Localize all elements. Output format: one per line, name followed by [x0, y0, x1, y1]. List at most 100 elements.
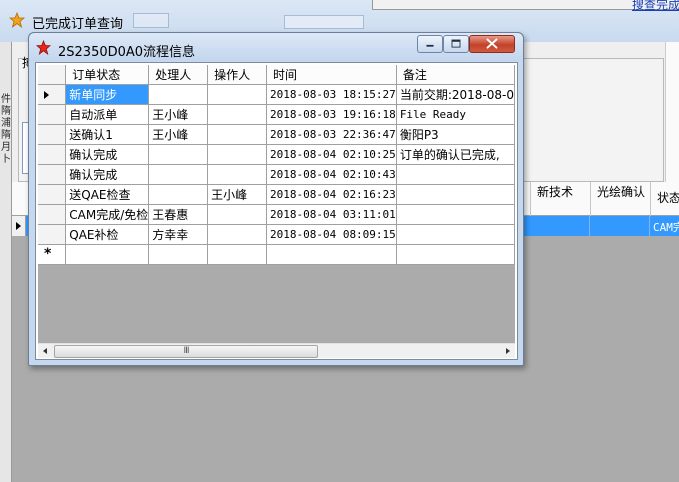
cell-time[interactable]: 2018-08-04 02:10:25 — [266, 144, 397, 165]
minimize-button[interactable] — [417, 35, 443, 53]
parent-column-new-tech[interactable]: 新技术 — [530, 182, 590, 216]
row-header[interactable] — [38, 164, 67, 185]
parent-toolbar-field[interactable] — [284, 15, 364, 29]
cell-order-status[interactable]: 自动派单 — [65, 104, 150, 125]
process-info-dialog: 2S2350D0A0流程信息 订单状态 处理人 操作人 时间 备注 新单同步 2… — [28, 32, 524, 366]
cell-time[interactable]: 2018-08-03 22:36:47 — [266, 124, 397, 145]
parent-column-status[interactable]: 状态 — [650, 182, 679, 216]
cell-note[interactable] — [396, 204, 515, 225]
parent-left-edge: 件 隋 浦 隋 月 卜 — [0, 42, 12, 482]
dialog-title-bar[interactable]: 2S2350D0A0流程信息 — [29, 33, 523, 61]
parent-column-photo-confirm[interactable]: 光绘确认 — [590, 182, 650, 216]
cell-handler[interactable] — [148, 84, 209, 105]
table-row[interactable]: QAE补检 方幸幸 2018-08-04 08:09:15 — [38, 224, 515, 245]
cell-time[interactable]: 2018-08-04 02:10:43 — [266, 164, 397, 185]
dialog-body: 订单状态 处理人 操作人 时间 备注 新单同步 2018-08-03 18:15… — [35, 62, 518, 360]
cell-note[interactable]: 当前交期:2018-08-0 — [396, 84, 515, 105]
cell-operator[interactable] — [207, 224, 267, 245]
parent-toolbar-button[interactable] — [133, 13, 169, 28]
maximize-button[interactable] — [443, 35, 469, 53]
cell-note[interactable] — [396, 244, 515, 265]
cell-time[interactable]: 2018-08-04 03:11:01 — [266, 204, 397, 225]
cell-operator[interactable] — [207, 124, 267, 145]
cell-note[interactable]: 衡阳P3 — [396, 124, 515, 145]
row-header[interactable] — [38, 144, 67, 165]
horizontal-scrollbar[interactable]: III — [38, 343, 515, 358]
column-header-order-status[interactable]: 订单状态 — [65, 65, 150, 85]
row-header[interactable] — [38, 184, 67, 205]
cell-order-status[interactable]: QAE补检 — [65, 224, 150, 245]
scroll-right-button[interactable] — [500, 344, 515, 359]
table-row[interactable]: 新单同步 2018-08-03 18:15:27 当前交期:2018-08-0 — [38, 84, 515, 105]
table-header-row: 订单状态 处理人 操作人 时间 备注 — [38, 65, 515, 85]
parent-row-status-value: CAM完 — [653, 221, 679, 234]
table-row[interactable]: 确认完成 2018-08-04 02:10:43 — [38, 164, 515, 185]
row-header[interactable] — [38, 84, 67, 105]
cell-handler[interactable]: 方幸幸 — [148, 224, 209, 245]
column-header-handler[interactable]: 处理人 — [148, 65, 209, 85]
parent-search-link[interactable]: 搜查完成 — [632, 0, 679, 13]
close-button[interactable] — [469, 35, 515, 53]
row-header[interactable]: * — [38, 244, 67, 265]
corner-header-cell[interactable] — [38, 65, 67, 85]
cell-note[interactable]: 订单的确认已完成, — [396, 144, 515, 165]
cell-note[interactable] — [396, 184, 515, 205]
cell-order-status[interactable]: 确认完成 — [65, 144, 150, 165]
row-header[interactable] — [38, 104, 67, 125]
cell-order-status[interactable]: 新单同步 — [65, 84, 150, 105]
close-icon — [486, 38, 498, 49]
scroll-thumb[interactable]: III — [54, 345, 318, 358]
column-header-time[interactable]: 时间 — [266, 65, 397, 85]
maximize-icon — [451, 39, 461, 48]
new-row[interactable]: * — [38, 244, 515, 265]
arrow-right-icon — [506, 348, 510, 354]
scroll-left-button[interactable] — [38, 344, 53, 359]
column-header-operator[interactable]: 操作人 — [207, 65, 267, 85]
cell-operator[interactable] — [207, 244, 267, 265]
cell-handler[interactable] — [148, 144, 209, 165]
cell-time[interactable]: 2018-08-03 18:15:27 — [266, 84, 397, 105]
cell-note[interactable] — [396, 224, 515, 245]
row-header[interactable] — [38, 204, 67, 225]
row-header[interactable] — [38, 224, 67, 245]
minimize-icon — [426, 44, 434, 47]
cell-operator[interactable] — [207, 144, 267, 165]
cell-operator[interactable] — [207, 104, 267, 125]
cell-order-status[interactable]: CAM完成/免检 — [65, 204, 150, 225]
star-icon — [36, 40, 51, 55]
cell-operator[interactable] — [207, 204, 267, 225]
cell-time[interactable] — [266, 244, 397, 265]
dialog-title: 2S2350D0A0流程信息 — [58, 45, 196, 60]
cell-handler[interactable]: 王小峰 — [148, 124, 209, 145]
cell-operator[interactable] — [207, 84, 267, 105]
table-row[interactable]: 送确认1 王小峰 2018-08-03 22:36:47 衡阳P3 — [38, 124, 515, 145]
table-row[interactable]: CAM完成/免检 王春惠 2018-08-04 03:11:01 — [38, 204, 515, 225]
current-row-arrow-icon — [44, 90, 49, 99]
cell-operator[interactable] — [207, 164, 267, 185]
cell-order-status[interactable]: 送确认1 — [65, 124, 150, 145]
cell-handler[interactable] — [148, 164, 209, 185]
cell-order-status[interactable]: 送QAE检查 — [65, 184, 150, 205]
cell-note[interactable]: File Ready — [396, 104, 515, 125]
cell-time[interactable]: 2018-08-04 08:09:15 — [266, 224, 397, 245]
cell-handler[interactable] — [148, 184, 209, 205]
column-header-note[interactable]: 备注 — [396, 65, 515, 85]
cell-handler[interactable]: 王小峰 — [148, 104, 209, 125]
table-row[interactable]: 自动派单 王小峰 2018-08-03 19:16:18 File Ready — [38, 104, 515, 125]
parent-row-indicator — [12, 216, 26, 236]
cell-order-status[interactable]: 确认完成 — [65, 164, 150, 185]
new-row-marker: * — [44, 245, 52, 262]
row-header[interactable] — [38, 124, 67, 145]
cell-operator[interactable]: 王小峰 — [207, 184, 267, 205]
cell-handler[interactable]: 王春惠 — [148, 204, 209, 225]
cell-note[interactable] — [396, 164, 515, 185]
table-row[interactable]: 送QAE检查 王小峰 2018-08-04 02:16:23 — [38, 184, 515, 205]
cell-time[interactable]: 2018-08-04 02:16:23 — [266, 184, 397, 205]
process-grid: 订单状态 处理人 操作人 时间 备注 新单同步 2018-08-03 18:15… — [38, 65, 515, 343]
table-row[interactable]: 确认完成 2018-08-04 02:10:25 订单的确认已完成, — [38, 144, 515, 165]
current-row-arrow-icon — [16, 222, 21, 230]
cell-time[interactable]: 2018-08-03 19:16:18 — [266, 104, 397, 125]
cell-handler[interactable] — [148, 244, 209, 265]
cell-order-status[interactable] — [65, 244, 150, 265]
parent-panel-scrollbar[interactable] — [665, 42, 679, 182]
